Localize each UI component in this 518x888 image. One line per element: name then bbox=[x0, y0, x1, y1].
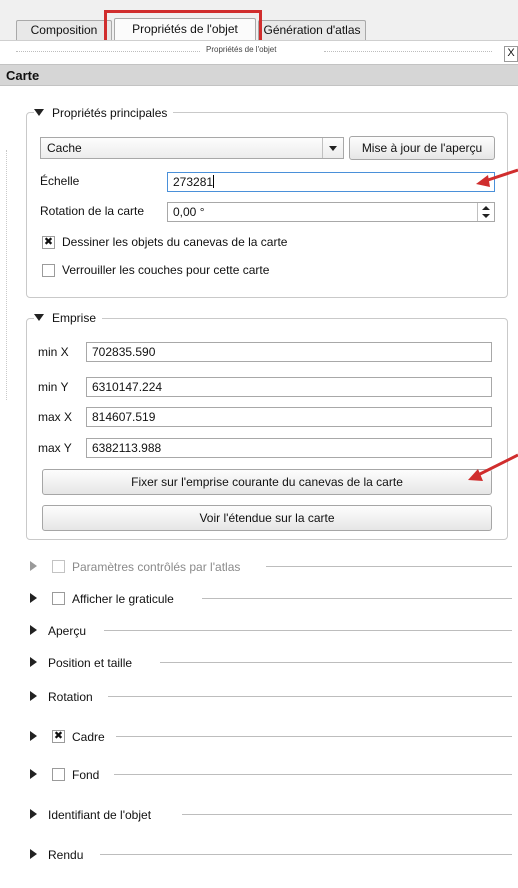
cadre-checkbox[interactable]: ✖ bbox=[52, 730, 65, 743]
expand-arrow-icon bbox=[30, 691, 37, 701]
divider bbox=[116, 736, 512, 737]
max-y-label: max Y bbox=[38, 441, 72, 455]
dock-title: Propriétés de l'objet bbox=[206, 45, 277, 54]
rotation-label: Rotation de la carte bbox=[40, 204, 145, 218]
divider bbox=[100, 854, 512, 855]
section-rotation[interactable]: Rotation bbox=[30, 688, 512, 706]
tab-composition[interactable]: Composition bbox=[16, 20, 112, 40]
close-icon[interactable]: X bbox=[504, 46, 518, 62]
section-label: Aperçu bbox=[48, 624, 87, 638]
draw-canvas-items-checkbox[interactable]: ✖ bbox=[42, 236, 55, 249]
divider bbox=[104, 630, 512, 631]
set-to-canvas-extent-button[interactable]: Fixer sur l'emprise courante du canevas … bbox=[42, 469, 492, 495]
title-bar-grip bbox=[16, 51, 200, 53]
max-x-input[interactable]: 814607.519 bbox=[86, 407, 492, 427]
max-x-label: max X bbox=[38, 410, 73, 424]
section-label: Position et taille bbox=[48, 656, 133, 670]
expand-arrow-icon bbox=[30, 625, 37, 635]
group-title: Propriétés principales bbox=[52, 106, 168, 120]
tab-item-properties[interactable]: Propriétés de l'objet bbox=[114, 18, 256, 40]
section-label: Identifiant de l'objet bbox=[48, 808, 152, 822]
preview-mode-value: Cache bbox=[47, 141, 82, 155]
section-label: Rendu bbox=[48, 848, 84, 862]
main-properties-header[interactable]: Propriétés principales bbox=[34, 106, 174, 120]
collapse-arrow-icon bbox=[34, 109, 44, 116]
section-label: Fond bbox=[72, 768, 100, 782]
section-title: Carte bbox=[6, 68, 40, 83]
section-label: Cadre bbox=[72, 730, 105, 744]
lock-layers-label: Verrouiller les couches pour cette carte bbox=[62, 263, 270, 277]
section-apercu[interactable]: Aperçu bbox=[30, 622, 512, 640]
divider bbox=[202, 598, 512, 599]
draw-canvas-items-label: Dessiner les objets du canevas de la car… bbox=[62, 235, 288, 249]
expand-arrow-icon bbox=[30, 849, 37, 859]
section-graticule[interactable]: Afficher le graticule bbox=[30, 590, 512, 608]
expand-arrow-icon bbox=[30, 731, 37, 741]
min-y-input[interactable]: 6310147.224 bbox=[86, 377, 492, 397]
section-label: Paramètres contrôlés par l'atlas bbox=[72, 560, 241, 574]
divider bbox=[108, 696, 512, 697]
expand-arrow-icon bbox=[30, 561, 37, 571]
section-cadre[interactable]: ✖ Cadre bbox=[30, 728, 512, 746]
scale-label: Échelle bbox=[40, 174, 80, 188]
divider bbox=[114, 774, 512, 775]
view-extent-button[interactable]: Voir l'étendue sur la carte bbox=[42, 505, 492, 531]
divider bbox=[182, 814, 512, 815]
spin-arrows-icon[interactable] bbox=[477, 203, 494, 221]
tab-bar: Composition Propriétés de l'objet Généra… bbox=[0, 0, 518, 44]
atlas-params-checkbox[interactable] bbox=[52, 560, 65, 573]
section-item-id[interactable]: Identifiant de l'objet bbox=[30, 806, 512, 824]
max-y-input[interactable]: 6382113.988 bbox=[86, 438, 492, 458]
min-x-label: min X bbox=[38, 345, 69, 359]
section-rendu[interactable]: Rendu bbox=[30, 846, 512, 864]
divider bbox=[160, 662, 512, 663]
lock-layers-checkbox[interactable] bbox=[42, 264, 55, 277]
dock-title-bar: Propriétés de l'objet bbox=[0, 40, 518, 63]
section-header-carte: Carte bbox=[0, 64, 518, 86]
graticule-checkbox[interactable] bbox=[52, 592, 65, 605]
update-preview-button[interactable]: Mise à jour de l'aperçu bbox=[349, 136, 495, 160]
section-label: Rotation bbox=[48, 690, 93, 704]
chevron-down-icon[interactable] bbox=[322, 138, 343, 158]
section-fond[interactable]: Fond bbox=[30, 766, 512, 784]
divider bbox=[266, 566, 512, 567]
preview-mode-select[interactable]: Cache bbox=[40, 137, 344, 159]
collapse-arrow-icon bbox=[34, 314, 44, 321]
expand-arrow-icon bbox=[30, 593, 37, 603]
title-bar-grip bbox=[324, 51, 492, 53]
scroll-grip bbox=[6, 150, 8, 400]
expand-arrow-icon bbox=[30, 769, 37, 779]
extent-header[interactable]: Emprise bbox=[34, 311, 103, 325]
rotation-spinbox[interactable]: 0,00 ° bbox=[167, 202, 495, 222]
min-x-input[interactable]: 702835.590 bbox=[86, 342, 492, 362]
rotation-value: 0,00 ° bbox=[173, 205, 205, 219]
expand-arrow-icon bbox=[30, 809, 37, 819]
section-position-size[interactable]: Position et taille bbox=[30, 654, 512, 672]
fond-checkbox[interactable] bbox=[52, 768, 65, 781]
section-label: Afficher le graticule bbox=[72, 592, 174, 606]
item-properties-panel: Composition Propriétés de l'objet Généra… bbox=[0, 0, 518, 888]
text-caret bbox=[213, 175, 215, 188]
expand-arrow-icon bbox=[30, 657, 37, 667]
section-atlas-params[interactable]: Paramètres contrôlés par l'atlas bbox=[30, 558, 512, 576]
tab-atlas-generation[interactable]: Génération d'atlas bbox=[258, 20, 366, 40]
scale-input[interactable]: 273281 bbox=[167, 172, 495, 192]
scale-value: 273281 bbox=[173, 175, 214, 189]
group-title: Emprise bbox=[52, 311, 97, 325]
min-y-label: min Y bbox=[38, 380, 69, 394]
